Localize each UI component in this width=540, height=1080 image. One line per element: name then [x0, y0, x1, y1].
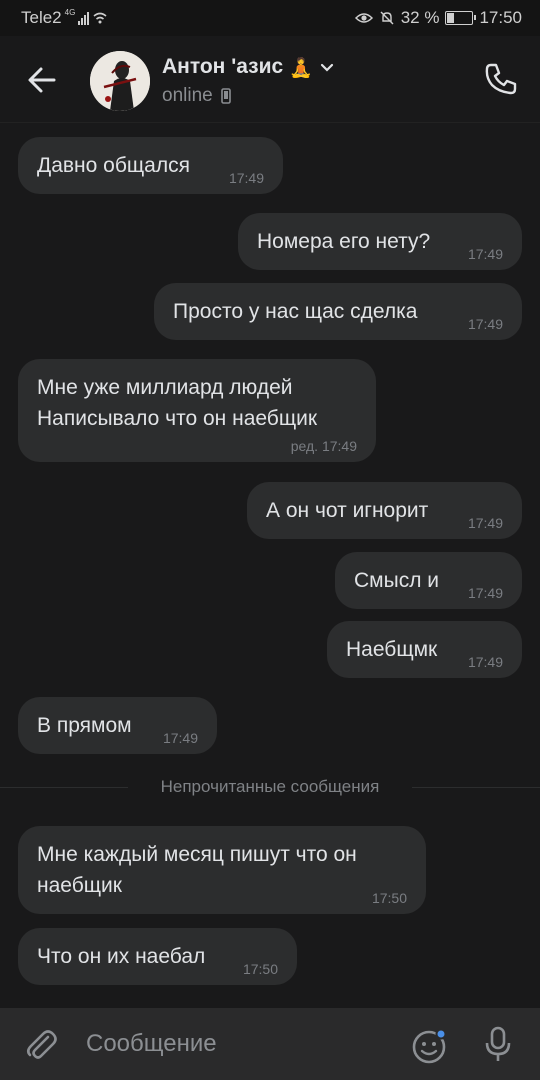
clock: 17:50 — [479, 8, 522, 27]
message-text: Мне каждый месяц пишут что он наебщик — [37, 843, 357, 897]
message-input-placeholder: Сообщение — [86, 1030, 217, 1057]
message-composer: Сообщение — [0, 1008, 540, 1080]
message-bubble-incoming[interactable]: Мне уже миллиард людей Написывало что он… — [18, 359, 376, 462]
wifi-icon — [93, 12, 107, 24]
unread-divider-label: Непрочитанные сообщения — [160, 777, 380, 796]
message-text: Мне уже миллиард людей Написывало что он… — [37, 376, 318, 430]
message-input[interactable]: Сообщение — [86, 1030, 217, 1058]
emoji-sticker-icon[interactable] — [410, 1025, 450, 1065]
microphone-icon[interactable] — [480, 1024, 516, 1064]
mobile-device-icon — [220, 88, 231, 104]
message-time: 17:49 — [162, 730, 198, 746]
chevron-down-icon[interactable] — [319, 61, 335, 73]
message-time: 17:50 — [242, 961, 278, 977]
contact-name-text: Антон 'азис — [162, 55, 284, 78]
unread-divider: Непрочитанные сообщения — [0, 776, 540, 798]
message-text: А он чот игнорит — [266, 499, 429, 522]
message-time: 17:49 — [467, 654, 503, 670]
contact-name[interactable]: Антон 'азис 🧘 — [162, 55, 335, 79]
message-time: ред. 17:49 — [290, 438, 357, 454]
chat-header: Антон 'азис 🧘 online — [0, 36, 540, 123]
message-time: 17:50 — [371, 890, 407, 906]
message-text: Номера его нету? — [257, 230, 431, 253]
avatar[interactable] — [90, 51, 150, 111]
message-time: 17:49 — [467, 585, 503, 601]
message-bubble-incoming[interactable]: Мне каждый месяц пишут что он наебщик 17… — [18, 826, 426, 914]
online-status: online — [162, 85, 213, 106]
message-time: 17:49 — [228, 170, 264, 186]
message-bubble-outgoing[interactable]: Номера его нету? 17:49 — [238, 213, 522, 270]
signal-icon — [78, 11, 90, 25]
back-arrow-icon[interactable] — [22, 60, 62, 100]
message-bubble-outgoing[interactable]: Просто у нас щас сделка 17:49 — [154, 283, 522, 340]
message-text: Давно общался — [37, 154, 190, 177]
message-time: 17:49 — [467, 515, 503, 531]
carrier-label: Tele2 — [21, 8, 62, 27]
message-text: Смысл и — [354, 569, 440, 592]
message-bubble-outgoing[interactable]: А он чот игнорит 17:49 — [247, 482, 522, 539]
message-bubble-incoming[interactable]: Давно общался 17:49 — [18, 137, 283, 194]
message-text: Наебщмк — [346, 638, 438, 661]
phone-call-icon[interactable] — [482, 60, 520, 98]
network-type: 4G — [64, 7, 76, 17]
battery-icon — [445, 11, 477, 25]
message-text: Просто у нас щас сделка — [173, 300, 418, 323]
message-text: В прямом — [37, 714, 132, 737]
meditation-emoji: 🧘 — [289, 56, 313, 79]
message-bubble-outgoing[interactable]: Наебщмк 17:49 — [327, 621, 522, 678]
battery-percent: 32 % — [400, 8, 440, 27]
message-text: Что он их наебал — [37, 945, 206, 968]
paperclip-icon[interactable] — [22, 1025, 60, 1063]
contact-status: online — [162, 85, 231, 107]
status-bar: Tele2 4G 32 % 17:50 — [0, 0, 540, 36]
message-time: 17:49 — [467, 246, 503, 262]
message-bubble-incoming[interactable]: В прямом 17:49 — [18, 697, 217, 754]
message-bubble-incoming[interactable]: Что он их наебал 17:50 — [18, 928, 297, 985]
message-bubble-outgoing[interactable]: Смысл и 17:49 — [335, 552, 522, 609]
eye-comfort-icon — [354, 13, 373, 23]
message-time: 17:49 — [467, 316, 503, 332]
mute-bell-icon — [380, 11, 394, 25]
